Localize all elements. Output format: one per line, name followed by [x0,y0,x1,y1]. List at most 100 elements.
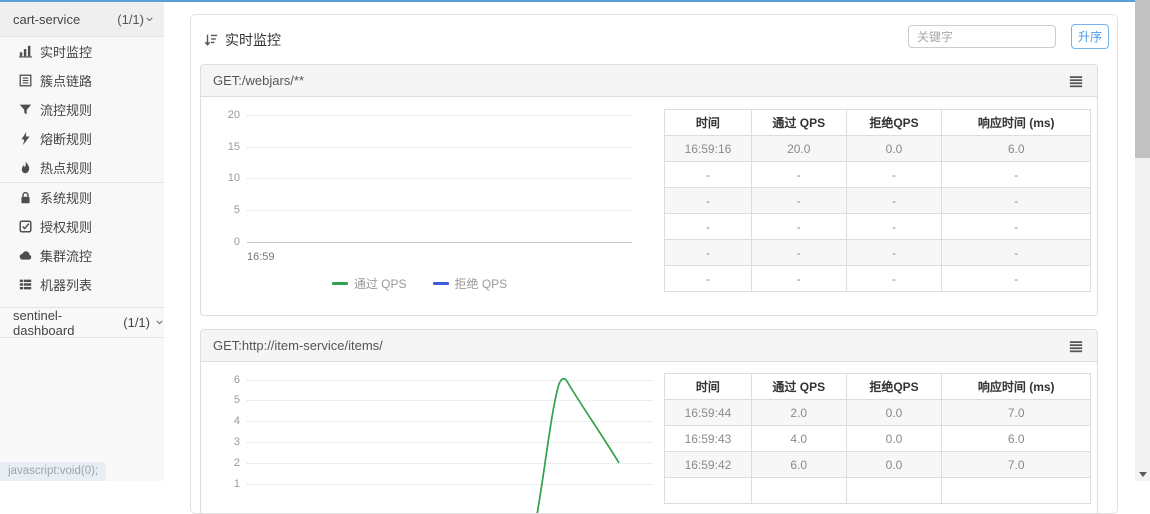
cell: 20.0 [750,135,847,162]
y-tick: 10 [227,172,240,184]
sort-amount-icon [204,33,218,47]
panel-header: GET:http://item-service/items/ [201,330,1097,362]
sidebar: cart-service (1/1) 实时监控 簇点链路 流控规则 熔断规则 热… [0,2,164,481]
cell: - [941,187,1091,214]
gridline [247,114,632,116]
legend-pass-qps: 通过 QPS [331,275,407,292]
cell: 0.0 [845,451,943,478]
legend-block-qps: 拒绝 QPS [432,275,507,292]
hamburger-menu-icon[interactable] [1069,340,1083,353]
cell: - [750,161,847,188]
search-input[interactable] [908,25,1056,48]
cell: - [664,161,752,188]
cell: - [845,213,943,240]
cell: - [845,239,943,266]
col-header-response-time: 响应时间 (ms) [941,373,1091,400]
y-tick: 6 [233,374,240,386]
gridline [247,379,653,381]
sidebar-item-label: 系统规则 [40,191,93,206]
cell: 7.0 [941,451,1091,478]
sidebar-group-sentinel-dashboard[interactable]: sentinel-dashboard (1/1) [0,308,164,338]
check-square-icon [19,220,32,233]
cell: - [750,187,847,214]
sidebar-item-realtime-monitoring[interactable]: 实时监控 [0,37,164,66]
chevron-down-icon [145,15,154,24]
sidebar-item-flow-rules[interactable]: 流控规则 [0,95,164,124]
cell: - [845,265,943,292]
gridline [247,146,632,148]
cell: - [750,265,847,292]
cell: 6.0 [750,451,847,478]
y-tick: 15 [227,141,240,153]
page-title: 实时监控 [204,30,281,50]
hamburger-menu-icon[interactable] [1069,75,1083,88]
sidebar-item-label: 机器列表 [40,278,93,293]
col-header-time: 时间 [664,109,752,136]
resource-title: GET:http://item-service/items/ [213,338,383,353]
gridline [247,420,653,422]
chart-bar-icon [19,45,32,58]
sidebar-item-label: 集群流控 [40,249,93,264]
y-tick: 5 [233,204,240,216]
fire-icon [19,161,32,174]
gridline [247,483,653,485]
realtime-stats-table: 时间 通过 QPS 拒绝QPS 响应时间 (ms) 16:59:44 2.0 0.0… [664,373,1091,504]
sidebar-item-cluster-flow[interactable]: 集群流控 [0,241,164,270]
table-header-row: 时间 通过 QPS 拒绝QPS 响应时间 (ms) [664,373,1091,400]
resource-panel-item-service: GET:http://item-service/items/ 6 5 4 3 2… [200,329,1098,513]
cell: - [845,161,943,188]
sidebar-item-system-rules[interactable]: 系统规则 [0,183,164,212]
cell [845,477,943,504]
sidebar-item-param-flow-rules[interactable]: 热点规则 [0,153,164,182]
cell: - [941,213,1091,240]
col-header-pass-qps: 通过 QPS [750,373,847,400]
realtime-stats-table: 时间 通过 QPS 拒绝QPS 响应时间 (ms) 16:59:16 20.0 0.… [664,109,1091,292]
cell: - [941,239,1091,266]
cell: - [664,265,752,292]
blue-line-swatch [432,282,449,285]
vertical-scrollbar[interactable] [1135,0,1150,481]
sidebar-item-authority-rules[interactable]: 授权规则 [0,212,164,241]
table-row: 16:59:43 4.0 0.0 6.0 [664,425,1091,452]
resource-panel-webjars: GET:/webjars/** 20 15 10 5 0 16:59 通过 QP… [200,64,1098,316]
col-header-block-qps: 拒绝QPS [845,373,943,400]
cell: 6.0 [941,425,1091,452]
table-row: ---- [664,187,1091,214]
y-tick: 5 [233,394,240,406]
y-tick: 0 [233,236,240,248]
x-axis-line [247,241,632,243]
toolbar: 实时监控 升序 [191,15,1117,63]
sidebar-item-cluster-link[interactable]: 簇点链路 [0,66,164,95]
filter-icon [19,103,32,116]
cell: 2.0 [750,399,847,426]
cell: - [941,161,1091,188]
scrollbar-thumb[interactable] [1135,0,1150,158]
chart-legend: 通过 QPS 拒绝 QPS [207,275,632,292]
sidebar-group-cart-service[interactable]: cart-service (1/1) [0,2,164,37]
page-title-text: 实时监控 [225,32,281,48]
scrollbar-down-arrow-icon[interactable] [1139,472,1147,477]
cell: 16:59:44 [664,399,752,426]
cell: 0.0 [845,425,943,452]
app-name: cart-service [13,11,81,27]
table-row: ---- [664,239,1091,266]
y-tick: 20 [227,109,240,121]
sidebar-item-degrade-rules[interactable]: 熔断规则 [0,124,164,153]
sidebar-item-machine-list[interactable]: 机器列表 [0,270,164,299]
table-row: 16:59:44 2.0 0.0 7.0 [664,399,1091,426]
app-name: sentinel-dashboard [13,307,75,338]
sidebar-item-label: 实时监控 [40,45,93,60]
cell: - [845,187,943,214]
cell [941,477,1091,504]
cell: - [750,213,847,240]
cell: 0.0 [845,135,943,162]
browser-status-link-hint: javascript:void(0); [0,462,107,481]
qps-chart-webjars: 20 15 10 5 0 16:59 通过 QPS 拒绝 QPS [207,105,632,310]
sort-ascending-button[interactable]: 升序 [1071,24,1109,49]
instance-count: (1/1) [123,315,150,330]
sidebar-item-label: 授权规则 [40,220,93,235]
cell [664,477,752,504]
instance-count: (1/1) [117,11,144,27]
col-header-pass-qps: 通过 QPS [750,109,847,136]
gridline [247,209,632,211]
